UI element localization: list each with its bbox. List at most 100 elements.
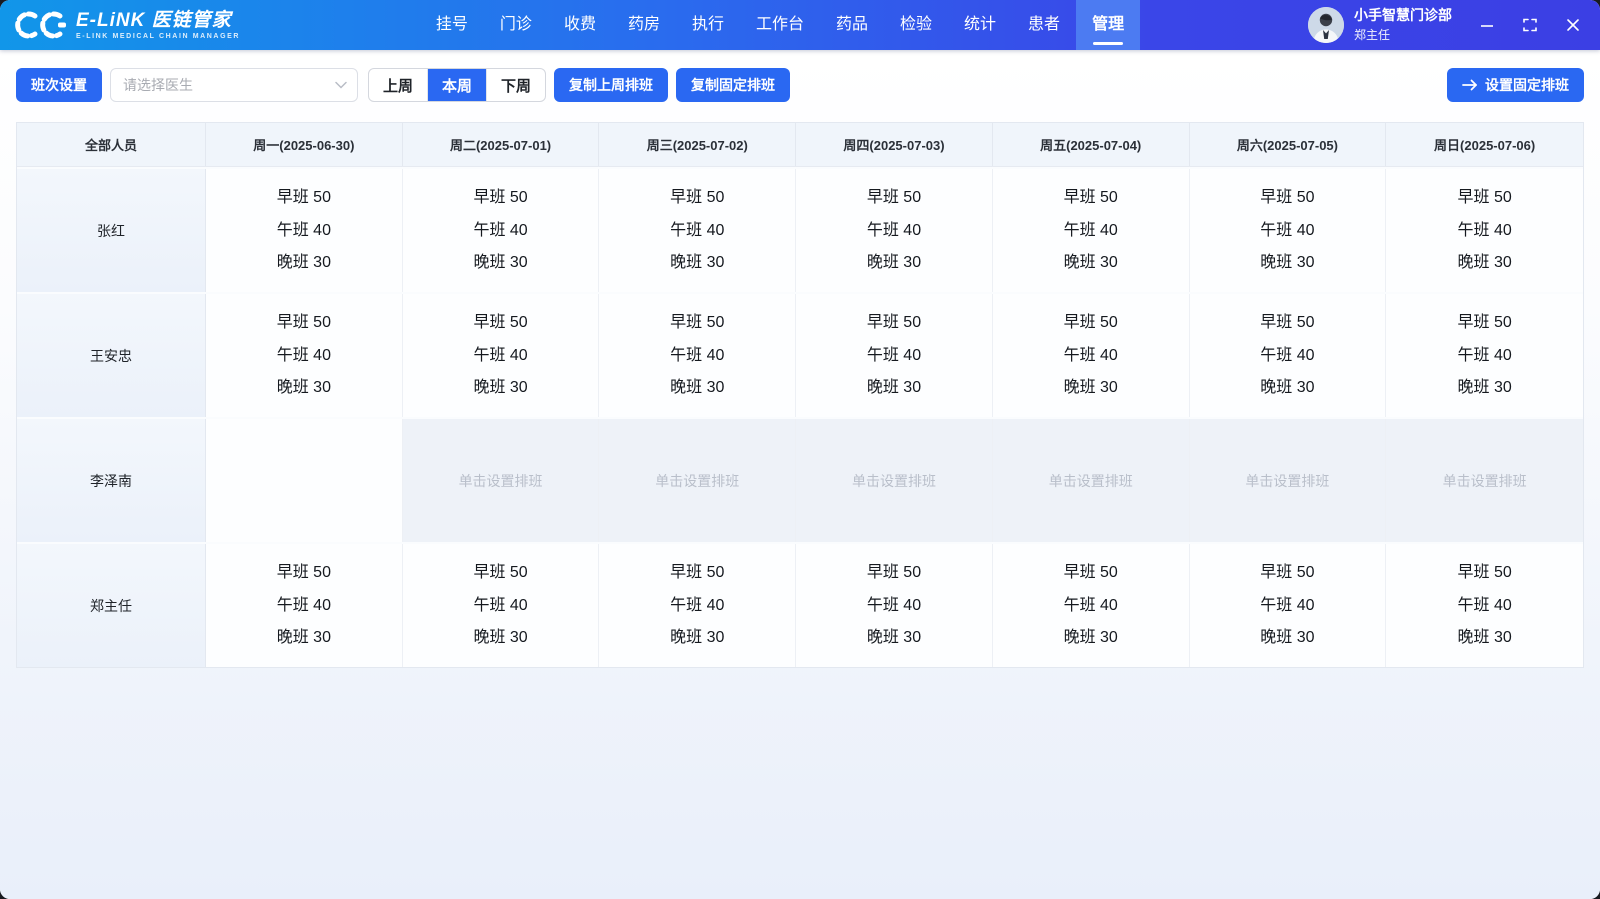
shift-entry: 午班 40 [473,345,527,367]
header-day-6: 周六(2025-07-05) [1190,123,1387,166]
schedule-cell[interactable]: 单击设置排班 [599,419,796,542]
main-nav: 挂号门诊收费药房执行工作台药品检验统计患者管理 [420,0,1140,50]
app-window: E-LiNK 医链管家 E-LINK MEDICAL CHAIN MANAGER… [0,0,1600,899]
schedule-cell[interactable]: 早班 50午班 40晚班 30 [993,294,1190,417]
nav-item-pharmacy[interactable]: 药房 [612,0,676,50]
schedule-cell[interactable]: 早班 50午班 40晚班 30 [599,544,796,667]
shift-entry: 午班 40 [1064,595,1118,617]
empty-schedule-placeholder: 单击设置排班 [1049,471,1133,491]
shift-entry: 早班 50 [1458,187,1512,209]
app-title: E-LiNK 医链管家 [76,11,240,31]
schedule-cell[interactable]: 早班 50午班 40晚班 30 [403,544,600,667]
user-info[interactable]: 小手智慧门诊部 郑主任 [1308,7,1452,43]
shift-entry: 早班 50 [277,187,331,209]
shift-entry: 晚班 30 [670,252,724,274]
shift-entry: 早班 50 [1064,187,1118,209]
schedule-cell[interactable]: 早班 50 午班 40 晚班 30 [403,294,600,417]
shift-entry: 早班 50 [1458,312,1512,334]
schedule-cell[interactable]: 早班 50 午班 40 晚班 30 [403,169,600,292]
empty-schedule-placeholder: 单击设置排班 [1443,471,1527,491]
schedule-cell[interactable]: 单击设置排班 [1190,419,1387,542]
shift-entry: 午班 40 [1458,595,1512,617]
schedule-cell[interactable]: 单击设置排班 [796,419,993,542]
shift-entry: 早班 50 [1064,562,1118,584]
copy-fixed-button[interactable]: 复制固定排班 [676,68,790,102]
shift-entry: 早班 50 [473,187,527,209]
nav-item-charging[interactable]: 收费 [548,0,612,50]
shift-entry: 晚班 30 [1064,627,1118,649]
schedule-cell[interactable]: 早班 50午班 40晚班 30 [599,294,796,417]
schedule-cell[interactable]: 早班 50午班 40晚班 30 [206,544,403,667]
nav-item-drugs[interactable]: 药品 [820,0,884,50]
empty-schedule-placeholder: 单击设置排班 [459,471,543,491]
brand: E-LiNK 医链管家 E-LINK MEDICAL CHAIN MANAGER [14,8,262,42]
schedule-cell[interactable]: 早班 50午班 40晚班 30 [599,169,796,292]
shift-entry: 早班 50 [473,312,527,334]
copy-last-week-button[interactable]: 复制上周排班 [554,68,668,102]
schedule-cell[interactable]: 早班 50 午班 40 晚班 30 [1386,294,1583,417]
schedule-cell[interactable]: 早班 50午班 40晚班 30 [1190,294,1387,417]
nav-item-registration[interactable]: 挂号 [420,0,484,50]
shift-entry: 晚班 30 [1064,252,1118,274]
header-all-staff: 全部人员 [17,123,206,166]
shift-entry: 晚班 30 [1260,377,1314,399]
week-tab-last-week[interactable]: 上周 [369,69,427,101]
shift-entry: 午班 40 [867,220,921,242]
shift-entry: 早班 50 [867,187,921,209]
nav-item-patients[interactable]: 患者 [1012,0,1076,50]
schedule-cell[interactable]: 单击设置排班 [403,419,600,542]
schedule-cell[interactable]: 早班 50午班 40晚班 30 [1386,169,1583,292]
shift-entry: 午班 40 [473,220,527,242]
shift-entry: 晚班 30 [473,252,527,274]
doctor-select[interactable]: 请选择医生 [110,68,358,102]
schedule-cell[interactable]: 早班 50午班 40晚班 30 [796,544,993,667]
schedule-cell[interactable]: 早班 50午班 40晚班 30 [206,294,403,417]
minimize-button[interactable] [1478,16,1496,34]
schedule-cell[interactable] [206,419,403,542]
shift-entry: 午班 40 [277,345,331,367]
schedule-cell[interactable]: 早班 50午班 40晚班 30 [1386,544,1583,667]
shift-entry: 早班 50 [1260,187,1314,209]
shift-entry: 午班 40 [1064,345,1118,367]
top-nav-bar: E-LiNK 医链管家 E-LINK MEDICAL CHAIN MANAGER… [0,0,1600,50]
nav-item-workbench[interactable]: 工作台 [740,0,820,50]
shift-entry: 晚班 30 [473,377,527,399]
nav-item-statistics[interactable]: 统计 [948,0,1012,50]
schedule-cell[interactable]: 早班 50午班 40晚班 30 [206,169,403,292]
shift-entry: 晚班 30 [867,377,921,399]
shift-entry: 早班 50 [867,312,921,334]
brand-logo-icon [14,8,66,42]
nav-item-execution[interactable]: 执行 [676,0,740,50]
shift-entry: 午班 40 [1458,345,1512,367]
shift-entry: 晚班 30 [1064,377,1118,399]
week-tab-next-week[interactable]: 下周 [486,69,545,101]
schedule-cell[interactable]: 早班 50 午班 40 晚班 30 [993,544,1190,667]
header-day-4: 周四(2025-07-03) [796,123,993,166]
shift-entry: 早班 50 [277,312,331,334]
shift-settings-button[interactable]: 班次设置 [16,68,102,102]
window-controls [1478,16,1582,34]
schedule-cell[interactable]: 单击设置排班 [993,419,1190,542]
shift-entry: 晚班 30 [867,252,921,274]
nav-item-outpatient[interactable]: 门诊 [484,0,548,50]
staff-name-cell: 李泽南 [17,419,206,542]
nav-item-management[interactable]: 管理 [1076,0,1140,50]
shift-entry: 晚班 30 [277,252,331,274]
set-fixed-schedule-button[interactable]: 设置固定排班 [1447,68,1584,102]
shift-entry: 晚班 30 [473,627,527,649]
schedule-cell[interactable]: 早班 50午班 40晚班 30 [993,169,1190,292]
schedule-cell[interactable]: 早班 50午班 40晚班 30 [796,294,993,417]
schedule-cell[interactable]: 早班 50午班 40晚班 30 [1190,169,1387,292]
schedule-cell[interactable]: 早班 50 午班 40 晚班 30 [796,169,993,292]
shift-entry: 午班 40 [1260,345,1314,367]
shift-entry: 午班 40 [670,345,724,367]
shift-entry: 晚班 30 [867,627,921,649]
close-button[interactable] [1564,16,1582,34]
schedule-cell[interactable]: 单击设置排班 [1386,419,1583,542]
week-tab-this-week[interactable]: 本周 [427,69,486,101]
nav-item-lab[interactable]: 检验 [884,0,948,50]
schedule-cell[interactable]: 早班 50午班 40晚班 30 [1190,544,1387,667]
staff-name-cell: 王安忠 [17,294,206,417]
maximize-button[interactable] [1521,16,1539,34]
shift-entry: 晚班 30 [1458,377,1512,399]
